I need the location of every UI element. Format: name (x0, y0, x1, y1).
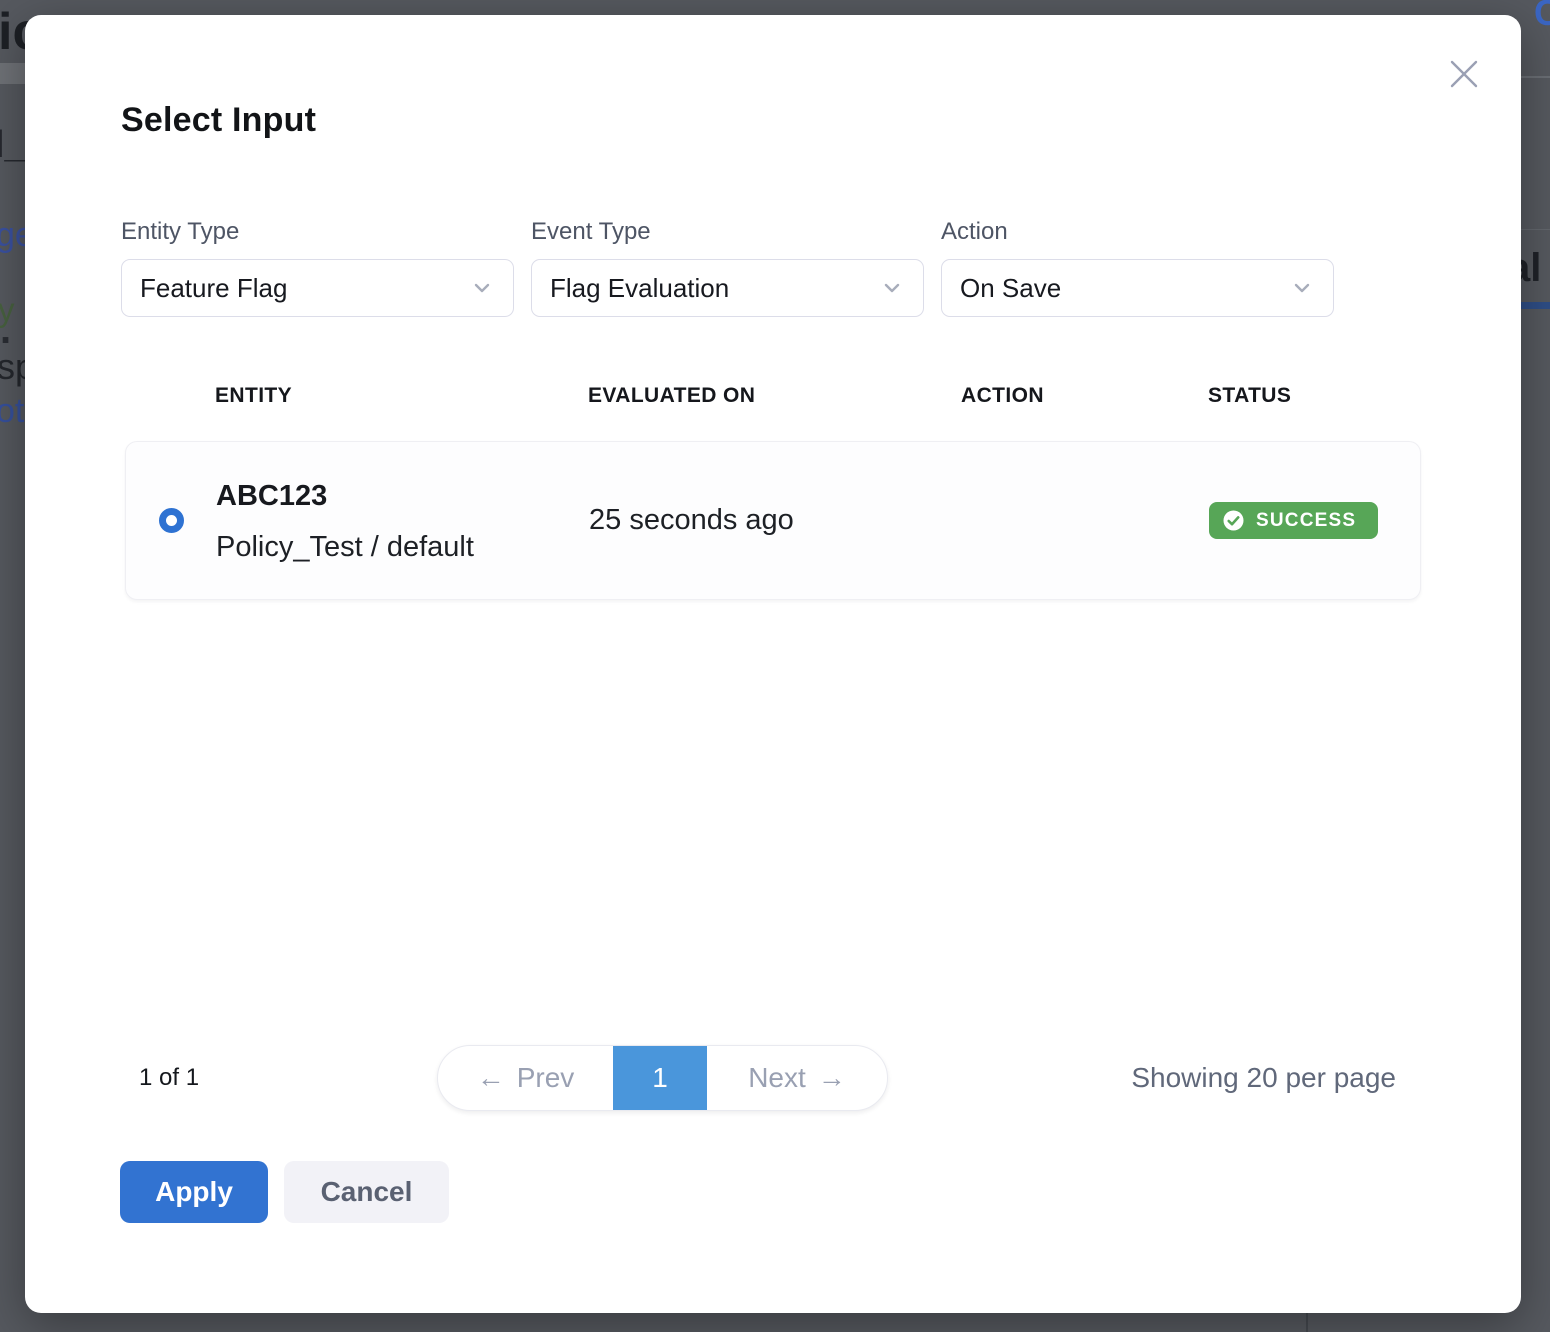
bg-divider (1521, 229, 1550, 230)
entity-name: ABC123 (216, 478, 589, 514)
filter-event-type: Event Type Flag Evaluation (531, 218, 924, 317)
radio-cell (126, 508, 216, 533)
bg-divider (1306, 1313, 1308, 1332)
prev-page-button[interactable]: ← Prev (438, 1046, 613, 1110)
select-value: Feature Flag (140, 273, 287, 304)
event-type-select[interactable]: Flag Evaluation (531, 259, 924, 317)
action-select[interactable]: On Save (941, 259, 1334, 317)
page-count: 1 of 1 (139, 1045, 199, 1111)
column-header-status: STATUS (1208, 384, 1421, 408)
current-page-button[interactable]: 1 (613, 1046, 707, 1110)
chevron-down-icon (879, 275, 905, 301)
arrow-right-icon: → (818, 1062, 846, 1094)
per-page-info: Showing 20 per page (1131, 1045, 1396, 1111)
status-badge: SUCCESS (1209, 502, 1378, 539)
table-header-spacer (125, 384, 215, 408)
select-value: On Save (960, 273, 1061, 304)
close-icon[interactable] (1447, 57, 1481, 91)
entity-detail: Policy_Test / default (216, 529, 589, 565)
bg-link-fragment: ot (0, 392, 24, 431)
close-x-glyph (1447, 57, 1481, 91)
prev-label: Prev (517, 1062, 575, 1094)
column-header-entity: ENTITY (215, 384, 588, 408)
filter-action: Action On Save (941, 218, 1334, 317)
chevron-down-icon (1289, 275, 1315, 301)
filter-label: Entity Type (121, 218, 514, 246)
status-cell: SUCCESS (1209, 502, 1422, 539)
modal-title: Select Input (121, 101, 316, 140)
entity-type-select[interactable]: Feature Flag (121, 259, 514, 317)
next-page-button[interactable]: Next → (707, 1046, 887, 1110)
pagination-control: ← Prev 1 Next → (437, 1045, 888, 1111)
apply-button[interactable]: Apply (120, 1161, 268, 1223)
table-header-row: ENTITY EVALUATED ON ACTION STATUS (125, 384, 1421, 408)
filter-entity-type: Entity Type Feature Flag (121, 218, 514, 317)
table-row[interactable]: ABC123 Policy_Test / default 25 seconds … (125, 441, 1421, 600)
cancel-button[interactable]: Cancel (284, 1161, 449, 1223)
check-circle-icon (1222, 509, 1245, 532)
column-header-evaluated-on: EVALUATED ON (588, 384, 961, 408)
next-label: Next (748, 1062, 806, 1094)
status-label: SUCCESS (1256, 510, 1356, 532)
row-radio-selected[interactable] (159, 508, 184, 533)
select-value: Flag Evaluation (550, 273, 729, 304)
bg-divider (1521, 76, 1550, 78)
arrow-left-icon: ← (477, 1062, 505, 1094)
column-header-action: ACTION (961, 384, 1208, 408)
filter-label: Action (941, 218, 1334, 246)
filter-label: Event Type (531, 218, 924, 246)
chevron-down-icon (469, 275, 495, 301)
bg-logo-fragment: C (1534, 0, 1550, 34)
bg-active-tab-indicator (1521, 302, 1550, 309)
select-input-modal: Select Input Entity Type Feature Flag Ev… (25, 15, 1521, 1313)
filter-bar: Entity Type Feature Flag Event Type Flag… (121, 218, 1334, 317)
entity-cell: ABC123 Policy_Test / default (216, 476, 589, 565)
bg-panel-strip (0, 63, 25, 84)
evaluated-on-cell: 25 seconds ago (589, 504, 962, 537)
